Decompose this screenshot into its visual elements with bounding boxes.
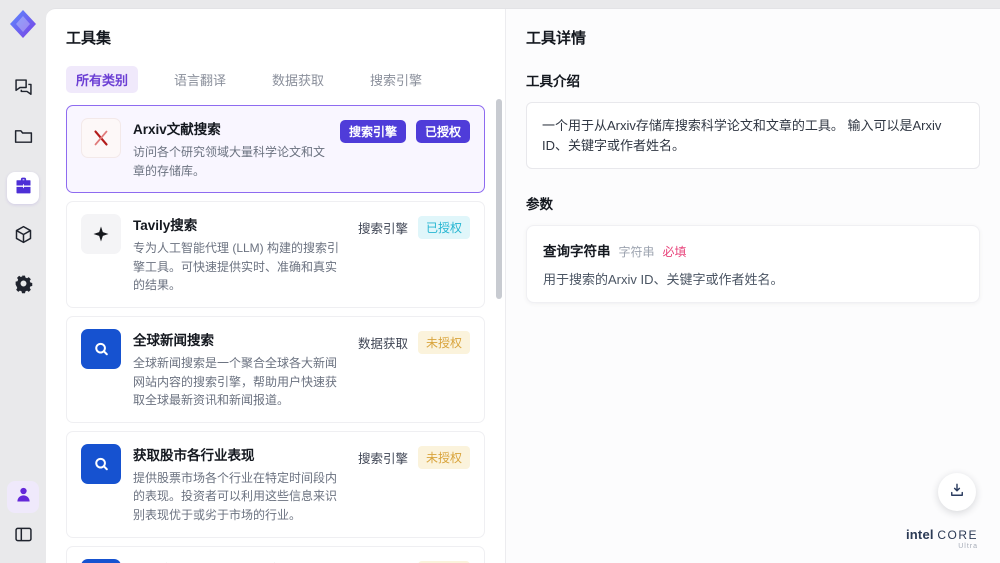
sidebar-rail bbox=[0, 0, 46, 563]
category-badge: 搜索引擎 bbox=[339, 120, 406, 143]
parameter-type: 字符串 bbox=[618, 245, 655, 259]
tool-collection-panel: 工具集 所有类别 语言翻译 数据获取 搜索引擎 Arxiv文献搜索 访问各个研究… bbox=[46, 9, 505, 563]
page-title: 工具集 bbox=[66, 30, 112, 47]
sidebar-item-packages[interactable] bbox=[7, 221, 39, 253]
sidebar-item-account[interactable] bbox=[7, 481, 39, 513]
briefcase-icon bbox=[13, 175, 34, 201]
category-label: 搜索引擎 bbox=[357, 451, 408, 466]
details-title: 工具详情 bbox=[526, 30, 587, 47]
tool-name: 全球新闻搜索 bbox=[133, 332, 214, 348]
tool-description: 访问各个研究领域大量科学论文和文章的存储库。 bbox=[133, 145, 326, 178]
tool-description: 提供股票市场各个行业在特定时间段内的表现。投资者可以利用这些信息来识别表现优于或… bbox=[133, 470, 338, 522]
list-scrollbar[interactable] bbox=[496, 99, 502, 299]
tool-description: 专为人工智能代理 (LLM) 构建的搜索引擎工具。可快速提供实时、准确和真实的结… bbox=[133, 241, 340, 293]
magnifier-logo-icon bbox=[81, 558, 121, 563]
tool-card-active-stocks[interactable]: 获取市场最活跃股票信息 提供当天交易量最高的股票列表，投资者可以利用这些信息来识… bbox=[66, 545, 485, 563]
tab-all-categories[interactable]: 所有类别 bbox=[66, 66, 139, 93]
sidebar-item-tools[interactable] bbox=[7, 172, 39, 204]
download-button[interactable] bbox=[938, 473, 976, 511]
params-section-title: 参数 bbox=[526, 197, 553, 212]
auth-status-badge: 未授权 bbox=[417, 330, 470, 354]
tool-name: 获取股市各行业表现 bbox=[133, 447, 255, 463]
gear-icon bbox=[13, 273, 34, 299]
tool-name: 获取市场最活跃股票信息 bbox=[133, 559, 346, 563]
category-label: 数据获取 bbox=[357, 336, 408, 351]
tool-list: Arxiv文献搜索 访问各个研究领域大量科学论文和文章的存储库。 搜索引擎 已授… bbox=[66, 105, 495, 563]
parameter-description: 用于搜索的Arxiv ID、关键字或作者姓名。 bbox=[543, 272, 784, 287]
download-icon bbox=[948, 481, 966, 504]
auth-status-badge: 已授权 bbox=[417, 216, 470, 240]
intel-core-logo: intel CORE Ultra bbox=[906, 526, 978, 551]
sidebar-collapse-button[interactable] bbox=[7, 521, 39, 553]
category-label: 搜索引擎 bbox=[357, 222, 408, 237]
category-tabs: 所有类别 语言翻译 数据获取 搜索引擎 bbox=[66, 66, 495, 93]
package-icon bbox=[13, 224, 34, 250]
app-logo bbox=[7, 8, 39, 40]
tool-description: 全球新闻搜索是一个聚合全球各大新闻网站内容的搜索引擎，帮助用户快速获取全球最新资… bbox=[133, 355, 338, 408]
tab-search-engine[interactable]: 搜索引擎 bbox=[360, 66, 432, 93]
app-window: 工具集 所有类别 语言翻译 数据获取 搜索引擎 Arxiv文献搜索 访问各个研究… bbox=[0, 0, 1000, 563]
tool-name: Arxiv文献搜索 bbox=[133, 122, 221, 137]
user-icon bbox=[13, 484, 34, 510]
arxiv-logo-icon bbox=[81, 118, 121, 158]
parameter-required-flag: 必填 bbox=[662, 245, 687, 259]
tab-data-fetch[interactable]: 数据获取 bbox=[262, 66, 334, 93]
magnifier-logo-icon bbox=[81, 443, 121, 484]
chat-icon bbox=[13, 77, 34, 103]
folder-icon bbox=[13, 126, 34, 152]
tab-translation[interactable]: 语言翻译 bbox=[164, 66, 236, 93]
sidebar-item-files[interactable] bbox=[7, 123, 39, 155]
tool-card-sector-performance[interactable]: 获取股市各行业表现 提供股票市场各个行业在特定时间段内的表现。投资者可以利用这些… bbox=[66, 430, 485, 538]
sidebar-item-chat[interactable] bbox=[7, 74, 39, 106]
tavily-star-icon bbox=[81, 214, 121, 255]
auth-status-badge: 已授权 bbox=[415, 120, 470, 143]
panel-toggle-icon bbox=[13, 524, 34, 550]
ultra-logo-text: Ultra bbox=[958, 543, 978, 551]
tool-card-global-news[interactable]: 全球新闻搜索 全球新闻搜索是一个聚合全球各大新闻网站内容的搜索引擎，帮助用户快速… bbox=[66, 315, 485, 423]
intel-logo-text: intel bbox=[905, 526, 934, 542]
tool-card-arxiv[interactable]: Arxiv文献搜索 访问各个研究领域大量科学论文和文章的存储库。 搜索引擎 已授… bbox=[66, 105, 485, 194]
parameter-card: 查询字符串 字符串 必填 用于搜索的Arxiv ID、关键字或作者姓名。 bbox=[526, 225, 980, 303]
tool-name: Tavily搜索 bbox=[133, 218, 198, 234]
auth-status-badge: 未授权 bbox=[417, 445, 470, 469]
core-logo-text: CORE bbox=[937, 527, 978, 542]
tool-card-tavily[interactable]: Tavily搜索 专为人工智能代理 (LLM) 构建的搜索引擎工具。可快速提供实… bbox=[66, 201, 485, 308]
parameter-name: 查询字符串 bbox=[543, 244, 611, 259]
tool-details-panel: 工具详情 工具介绍 一个用于从Arxiv存储库搜索科学论文和文章的工具。 输入可… bbox=[505, 9, 1000, 563]
magnifier-logo-icon bbox=[81, 328, 121, 369]
main-surface: 工具集 所有类别 语言翻译 数据获取 搜索引擎 Arxiv文献搜索 访问各个研究… bbox=[46, 8, 1000, 563]
sidebar-item-settings[interactable] bbox=[7, 270, 39, 302]
tool-intro-text: 一个用于从Arxiv存储库搜索科学论文和文章的工具。 输入可以是Arxiv ID… bbox=[526, 102, 980, 169]
intro-section-title: 工具介绍 bbox=[526, 74, 580, 89]
